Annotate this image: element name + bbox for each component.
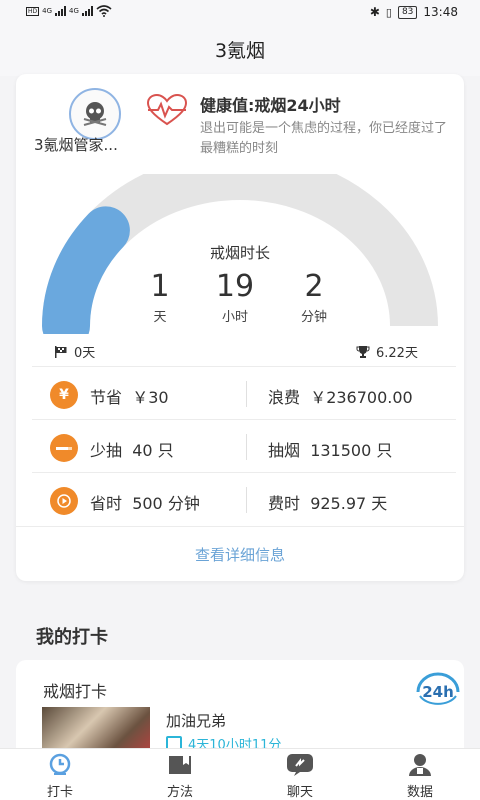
status-left: HD 4G 4G xyxy=(26,5,112,17)
clock-icon xyxy=(49,753,71,775)
page-title: 3氪烟 xyxy=(214,40,266,62)
stat-row-cigarettes: 少抽 40 只 抽烟 131500 只 xyxy=(16,420,464,472)
status-bar: HD 4G 4G ✱ ▯ 83 13:48 xyxy=(0,0,480,26)
trophy-icon xyxy=(356,345,370,358)
bluetooth-icon: ✱ xyxy=(369,5,380,19)
stat-row-money: ¥ 节省 ￥30 浪费 ￥236700.00 xyxy=(16,367,464,419)
status-right: ✱ ▯ 83 13:48 xyxy=(370,5,458,19)
nav-data[interactable]: 数据 xyxy=(360,749,480,800)
stat-row-time: 省时 500 分钟 费时 925.97 天 xyxy=(16,473,464,525)
wasted-money: 浪费 ￥236700.00 xyxy=(268,388,413,407)
nav-label: 聊天 xyxy=(286,785,313,800)
view-details-link[interactable]: 查看详细信息 xyxy=(16,544,464,565)
signal-icon-2 xyxy=(81,6,93,16)
health-title: 健康值:戒烟24小时 xyxy=(200,96,341,115)
minutes-value: 2 xyxy=(304,269,324,304)
bottom-navigation: 打卡 方法 聊天 数据 xyxy=(0,748,480,800)
battery-icon: 83 xyxy=(397,5,418,19)
username: 3氪烟管家... xyxy=(34,136,118,154)
gauge-goal: 6.22天 xyxy=(356,342,418,361)
hours-value: 19 xyxy=(215,269,255,304)
minutes-unit: 分钟 xyxy=(300,310,327,325)
nav-chat[interactable]: 聊天 xyxy=(240,749,360,800)
nav-checkin[interactable]: 打卡 xyxy=(0,749,120,800)
book-icon xyxy=(169,756,191,774)
checkin-section-title: 我的打卡 xyxy=(36,627,108,648)
saved-money: 节省 ￥30 xyxy=(90,388,169,407)
divider-vertical xyxy=(246,381,247,407)
checkin-card[interactable]: 戒烟打卡 24h 加油兄弟 4天10小时11分 xyxy=(16,660,464,760)
network-4g-icon: 4G xyxy=(42,7,53,15)
quit-summary-card: 3氪烟管家... 健康值:戒烟24小时 退出可能是一个焦虑的过程，你已经度过了最… xyxy=(16,74,464,581)
goal-label: 6.22天 xyxy=(376,346,418,361)
wifi-icon xyxy=(96,5,112,17)
duration-days: 1 天 xyxy=(130,269,190,326)
24h-badge-icon: 24h xyxy=(416,672,460,705)
smoked-less: 少抽 40 只 xyxy=(90,441,174,460)
gauge-label: 戒烟时长 xyxy=(209,244,270,262)
gauge-start: 0天 xyxy=(54,342,95,361)
nav-label: 方法 xyxy=(166,785,193,800)
user-icon xyxy=(409,754,431,776)
duration-hours: 19 小时 xyxy=(205,269,265,326)
skull-icon xyxy=(83,102,107,126)
hd-icon: HD xyxy=(26,6,40,16)
wasted-time: 费时 925.97 天 xyxy=(268,494,388,513)
heartbeat-icon xyxy=(146,94,188,126)
divider-vertical xyxy=(246,487,247,513)
saved-time: 省时 500 分钟 xyxy=(90,494,200,513)
divider xyxy=(16,526,464,527)
health-description: 退出可能是一个焦虑的过程，你已经度过了最糟糕的时刻 xyxy=(200,121,448,156)
play-icon xyxy=(50,487,78,515)
duration-minutes: 2 分钟 xyxy=(284,269,344,326)
divider-vertical xyxy=(246,434,247,460)
days-value: 1 xyxy=(150,269,170,304)
vibrate-icon: ▯ xyxy=(385,5,392,19)
app-header: 3氪烟 xyxy=(0,26,480,76)
clock-time: 13:48 xyxy=(423,5,458,19)
chat-icon xyxy=(287,754,313,776)
badge-text: 24h xyxy=(422,683,454,701)
start-label: 0天 xyxy=(74,346,96,361)
network-4g-icon-2: 4G xyxy=(69,7,79,15)
nav-label: 数据 xyxy=(406,785,433,800)
checkin-message: 加油兄弟 xyxy=(166,712,227,730)
avatar[interactable] xyxy=(69,88,121,140)
nav-label: 打卡 xyxy=(46,785,73,800)
cigarette-icon xyxy=(50,434,78,462)
yen-icon: ¥ xyxy=(50,381,78,409)
hours-unit: 小时 xyxy=(221,310,248,325)
flag-icon xyxy=(55,345,67,358)
checkin-card-title: 戒烟打卡 xyxy=(43,682,108,701)
signal-icon xyxy=(55,6,67,16)
smoked-total: 抽烟 131500 只 xyxy=(268,441,393,460)
days-unit: 天 xyxy=(153,310,167,325)
nav-method[interactable]: 方法 xyxy=(120,749,240,800)
